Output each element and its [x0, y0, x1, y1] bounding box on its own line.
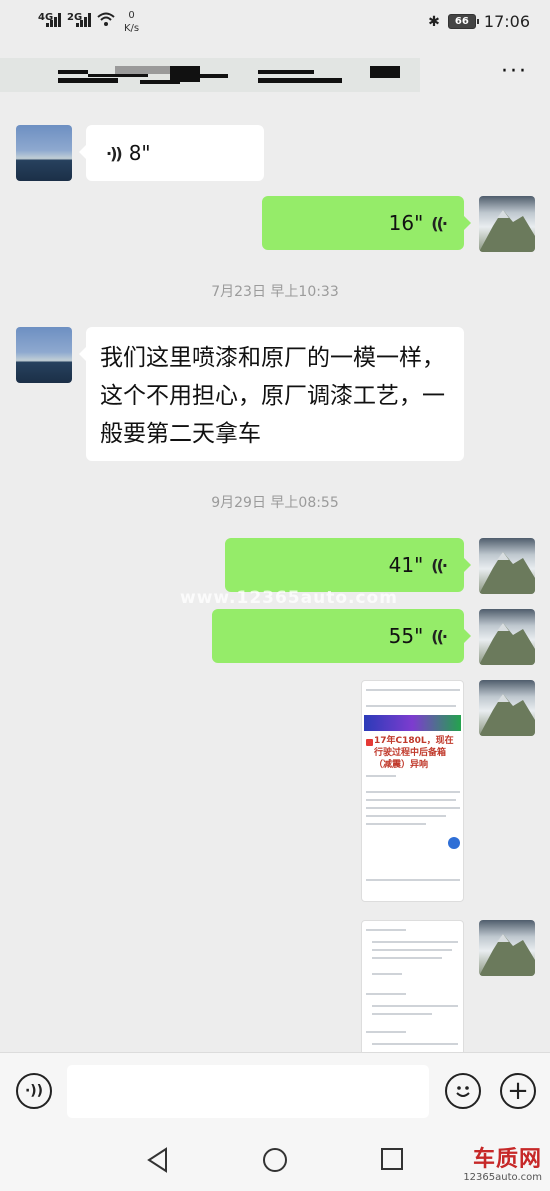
voice-duration: 16"	[388, 211, 424, 235]
image-content	[366, 1031, 406, 1033]
redaction-mark	[115, 66, 171, 74]
redaction-mark	[258, 78, 342, 83]
redaction-mark	[88, 74, 148, 77]
image-content	[366, 689, 460, 691]
status-right: ✱ 66 17:06	[428, 12, 530, 31]
image-content	[372, 1013, 432, 1015]
image-content	[366, 739, 373, 746]
image-content	[372, 949, 452, 951]
voice-message-outgoing[interactable]: 41" ((·	[225, 538, 471, 592]
mountain-icon	[479, 210, 535, 252]
image-content	[366, 775, 396, 777]
timestamp: 7月23日 早上10:33	[211, 284, 339, 300]
redaction-mark	[370, 66, 400, 78]
recents-square-icon[interactable]	[380, 1147, 404, 1171]
image-content	[366, 823, 426, 825]
speed-unit: K/s	[124, 23, 140, 34]
image-message-screenshot[interactable]	[361, 920, 464, 1052]
chat-history[interactable]: ·)) 8" 16" ((· 7月23日 早上10:33 我们这里喷漆和原厂的一…	[0, 108, 550, 1052]
image-content	[372, 973, 402, 975]
redaction-mark	[258, 70, 314, 74]
image-banner	[364, 715, 461, 731]
mountain-icon	[479, 552, 535, 594]
message-input-bar: ·)) +	[0, 1052, 550, 1130]
image-content	[372, 1005, 458, 1007]
status-bar: 4G 2G 0 K/s ✱ 66 17:06	[0, 0, 550, 44]
image-message-screenshot[interactable]: 17年C180L，现在行驶过程中后备箱（减震）异响	[361, 680, 464, 902]
signal-icon-2	[76, 13, 91, 27]
my-avatar[interactable]	[479, 609, 535, 665]
redaction-mark	[58, 78, 118, 83]
wifi-icon	[97, 12, 115, 26]
text-message-incoming[interactable]: 我们这里喷漆和原厂的一模一样，这个不用担心，原厂调漆工艺，一般要第二天拿车	[79, 327, 464, 461]
my-avatar[interactable]	[479, 538, 535, 594]
image-content	[366, 993, 406, 995]
home-circle-icon[interactable]	[262, 1147, 288, 1173]
voice-toggle-icon: ·))	[24, 1083, 44, 1099]
image-content	[372, 957, 442, 959]
image-caption: 17年C180L，现在行驶过程中后备箱（减震）异响	[374, 736, 454, 770]
brand-name: 车质网	[472, 1147, 542, 1172]
image-content	[366, 879, 460, 881]
network-speed: 0 K/s	[124, 9, 139, 35]
voice-wave-icon: ((·	[431, 626, 448, 646]
voice-duration: 8"	[128, 141, 151, 165]
voice-wave-icon: ((·	[431, 555, 448, 575]
contact-avatar[interactable]	[16, 125, 72, 181]
contact-avatar[interactable]	[16, 327, 72, 383]
my-avatar[interactable]	[479, 920, 535, 976]
voice-message-outgoing[interactable]: 16" ((·	[262, 196, 471, 250]
image-content	[366, 807, 460, 809]
image-content	[366, 815, 446, 817]
emoji-icon	[456, 1086, 470, 1097]
voice-toggle-button[interactable]: ·))	[16, 1073, 52, 1109]
voice-wave-icon: ·))	[106, 143, 123, 163]
back-triangle-icon[interactable]	[146, 1147, 170, 1173]
mountain-icon	[479, 623, 535, 665]
image-content	[372, 1043, 458, 1045]
signal-icon-1	[46, 13, 61, 27]
speed-value: 0	[128, 10, 135, 21]
site-watermark: www.12365auto.com	[180, 588, 398, 608]
mountain-icon	[479, 934, 535, 976]
redaction-mark	[170, 66, 200, 82]
battery-icon: 66	[447, 14, 479, 29]
image-content	[366, 929, 406, 931]
mountain-icon	[479, 694, 535, 736]
clock: 17:06	[483, 12, 530, 31]
my-avatar[interactable]	[479, 680, 535, 736]
emoji-button[interactable]	[445, 1073, 481, 1109]
image-content	[366, 705, 456, 707]
voice-duration: 41"	[388, 553, 424, 577]
my-avatar[interactable]	[479, 196, 535, 252]
bluetooth-icon: ✱	[428, 13, 440, 30]
image-content	[366, 799, 456, 801]
voice-message-incoming[interactable]: ·)) 8"	[79, 125, 264, 181]
more-functions-button[interactable]: +	[500, 1073, 536, 1109]
voice-message-outgoing[interactable]: 55" ((·	[212, 609, 471, 663]
voice-wave-icon: ((·	[431, 213, 448, 233]
message-input[interactable]	[67, 1065, 429, 1118]
redaction-mark	[200, 74, 228, 78]
brand-logo: 车质网 12365auto.com	[463, 1148, 542, 1184]
image-content	[448, 837, 460, 849]
image-content	[372, 941, 458, 943]
timestamp: 9月29日 早上08:55	[211, 495, 339, 511]
redaction-mark	[58, 70, 88, 74]
image-content	[366, 791, 460, 793]
plus-icon: +	[507, 1076, 529, 1106]
chat-title-bar: ···	[0, 44, 550, 108]
more-options-button[interactable]: ···	[501, 61, 528, 83]
voice-duration: 55"	[388, 624, 424, 648]
brand-url: 12365auto.com	[463, 1172, 542, 1183]
